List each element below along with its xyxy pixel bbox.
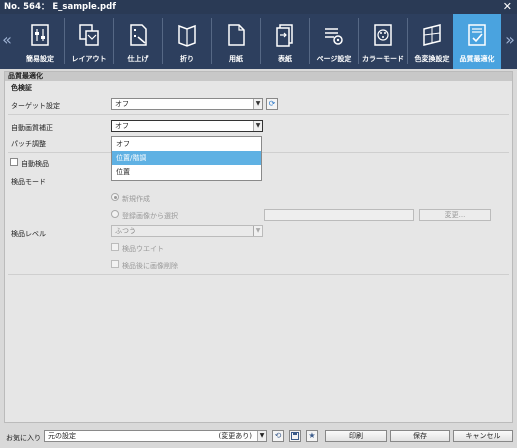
- tab-label: ページ設定: [316, 55, 352, 63]
- tab-label: レイアウト: [71, 55, 107, 63]
- simple-settings-icon: [31, 24, 49, 46]
- color-conversion-icon: [423, 24, 441, 46]
- tab-label: カラーモード: [362, 55, 404, 63]
- auto-correction-label: 自動画質補正: [11, 124, 53, 132]
- dropdown-option-position-gradation[interactable]: 位置/階調: [112, 151, 261, 165]
- chevron-down-icon: ▼: [253, 99, 262, 109]
- chevron-down-icon: ▼: [253, 121, 262, 131]
- tab-label: 品質最適化: [459, 55, 495, 63]
- delete-image-label: 検品後に画像削除: [122, 262, 178, 270]
- inspect-wait-label: 検品ウエイト: [122, 245, 164, 253]
- favorite-list-button[interactable]: ★: [306, 430, 318, 442]
- auto-correction-select[interactable]: オフ ▼: [111, 120, 263, 132]
- radio-registered-label: 登録画像から選択: [122, 212, 178, 220]
- chevron-down-icon: ▼: [253, 226, 262, 236]
- tab-quality-optimization[interactable]: 品質最適化: [453, 14, 501, 69]
- auto-inspect-checkbox[interactable]: [10, 158, 18, 166]
- favorites-value: 元の設定: [48, 432, 76, 440]
- settings-toolbar: « 簡易設定 レイアウト 仕上げ 折り 用紙 表紙 ページ設定 カラーモード 色…: [0, 14, 517, 69]
- change-button[interactable]: 変更...: [419, 209, 491, 221]
- target-setting-select[interactable]: オフ ▼: [111, 98, 263, 110]
- finishing-icon: [130, 24, 147, 46]
- layout-icon: [79, 24, 99, 46]
- cancel-button[interactable]: キャンセル: [453, 430, 513, 442]
- inspect-wait-checkbox[interactable]: [111, 243, 119, 251]
- divider: [8, 274, 509, 275]
- chevron-down-icon: ▼: [257, 431, 266, 441]
- reset-button[interactable]: ⟲: [272, 430, 284, 442]
- tab-page-settings[interactable]: ページ設定: [310, 14, 358, 69]
- subsection-title: 色検証: [11, 84, 32, 92]
- tab-simple-settings[interactable]: 簡易設定: [16, 14, 64, 69]
- scroll-left-icon[interactable]: «: [1, 32, 13, 48]
- quality-optimization-icon: [468, 24, 486, 46]
- tab-paper[interactable]: 用紙: [212, 14, 260, 69]
- inspect-level-value: ふつう: [115, 227, 136, 235]
- tab-label: 表紙: [278, 55, 292, 63]
- footer-bar: お気に入り 元の設定 (変更あり) ▼ ⟲ ★ 印刷 保存 キャンセル: [0, 426, 517, 448]
- scroll-right-icon[interactable]: »: [504, 32, 516, 48]
- radio-new-label: 新規作成: [122, 195, 150, 203]
- registered-image-field[interactable]: [264, 209, 414, 221]
- inspect-level-select[interactable]: ふつう ▼: [111, 225, 263, 237]
- radio-new[interactable]: [111, 193, 119, 201]
- target-setting-value: オフ: [115, 100, 129, 108]
- tab-layout[interactable]: レイアウト: [65, 14, 113, 69]
- tab-label: 折り: [180, 55, 194, 63]
- cover-icon: [276, 24, 293, 47]
- save-button[interactable]: 保存: [390, 430, 450, 442]
- radio-registered[interactable]: [111, 210, 119, 218]
- inspect-mode-label: 検品モード: [11, 178, 46, 186]
- dropdown-option-off[interactable]: オフ: [112, 137, 261, 151]
- close-icon[interactable]: ✕: [503, 0, 512, 14]
- floppy-disk-icon: [291, 432, 299, 440]
- tab-label: 簡易設定: [26, 55, 54, 63]
- inspect-level-label: 検品レベル: [11, 230, 46, 238]
- refresh-icon: ⟳: [268, 99, 276, 108]
- color-mode-icon: [374, 24, 392, 46]
- window-title: No. 564： E_sample.pdf: [4, 2, 116, 12]
- favorites-select[interactable]: 元の設定 (変更あり) ▼: [44, 430, 267, 442]
- paper-icon: [228, 24, 245, 46]
- auto-correction-dropdown-list: オフ 位置/階調 位置: [111, 136, 262, 181]
- page-settings-icon: [325, 28, 343, 45]
- refresh-button[interactable]: ⟳: [266, 98, 278, 110]
- tab-label: 色変換設定: [414, 55, 450, 63]
- tab-label: 仕上げ: [127, 55, 149, 63]
- tab-label: 用紙: [229, 55, 243, 63]
- delete-image-checkbox[interactable]: [111, 260, 119, 268]
- auto-correction-value: オフ: [115, 122, 129, 130]
- tab-color-conversion[interactable]: 色変換設定: [408, 14, 456, 69]
- favorites-changed-note: (変更あり): [218, 432, 252, 440]
- divider: [8, 114, 509, 115]
- auto-inspect-label: 自動検品: [21, 160, 49, 168]
- fold-icon: [178, 24, 196, 47]
- dropdown-option-position[interactable]: 位置: [112, 165, 261, 179]
- star-icon: ★: [308, 431, 316, 440]
- save-favorite-button[interactable]: [289, 430, 301, 442]
- section-title: 品質最適化: [5, 72, 512, 81]
- print-button[interactable]: 印刷: [325, 430, 387, 442]
- patch-adjust-label: パッチ調整: [11, 140, 46, 148]
- tab-fold[interactable]: 折り: [163, 14, 211, 69]
- target-setting-label: ターゲット設定: [11, 102, 60, 110]
- tab-color-mode[interactable]: カラーモード: [359, 14, 407, 69]
- quality-optimization-panel: 品質最適化 色検証 ターゲット設定 オフ ▼ ⟳ 自動画質補正 オフ ▼ パッチ…: [4, 71, 513, 423]
- reset-icon: ⟲: [274, 431, 282, 440]
- window-title-bar: No. 564： E_sample.pdf ✕: [0, 0, 517, 14]
- favorites-label: お気に入り: [6, 434, 41, 442]
- tab-finishing[interactable]: 仕上げ: [114, 14, 162, 69]
- tab-cover[interactable]: 表紙: [261, 14, 309, 69]
